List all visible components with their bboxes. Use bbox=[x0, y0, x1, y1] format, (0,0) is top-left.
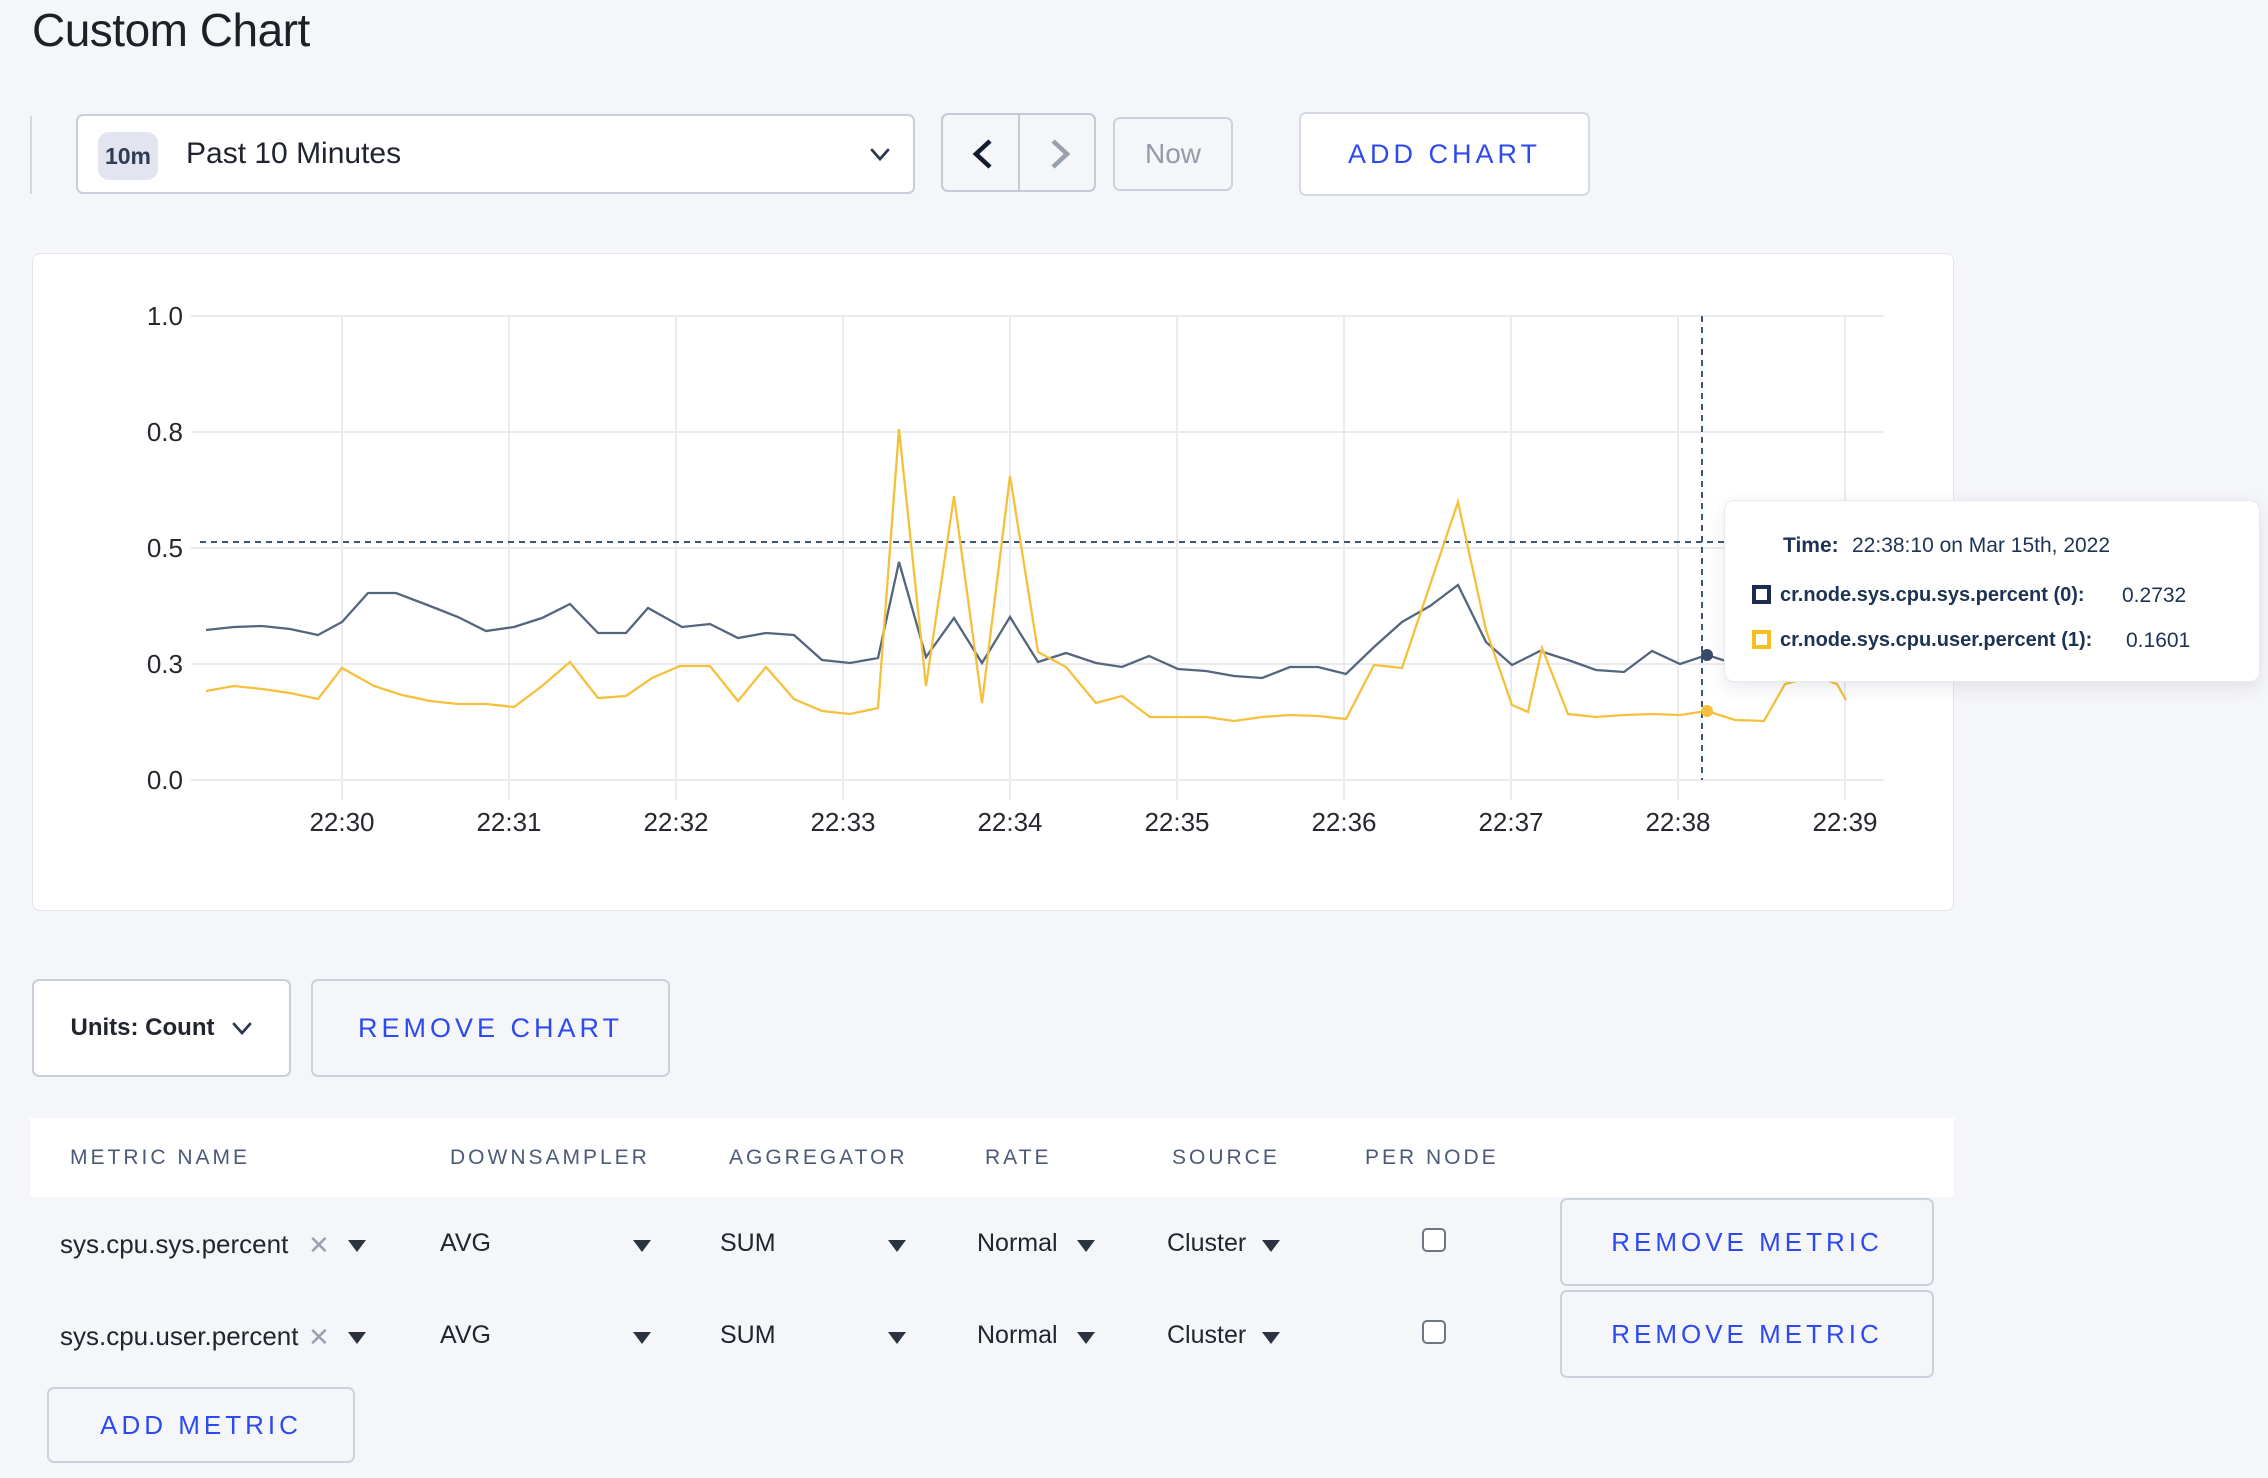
svg-text:22:39: 22:39 bbox=[1812, 807, 1877, 837]
svg-text:0.3: 0.3 bbox=[147, 649, 183, 679]
svg-text:22:34: 22:34 bbox=[977, 807, 1042, 837]
svg-text:22:35: 22:35 bbox=[1144, 807, 1209, 837]
svg-text:22:32: 22:32 bbox=[643, 807, 708, 837]
svg-text:22:36: 22:36 bbox=[1311, 807, 1376, 837]
svg-text:22:30: 22:30 bbox=[309, 807, 374, 837]
svg-text:22:37: 22:37 bbox=[1478, 807, 1543, 837]
svg-text:1.0: 1.0 bbox=[147, 301, 183, 331]
svg-text:0.8: 0.8 bbox=[147, 417, 183, 447]
svg-text:22:31: 22:31 bbox=[476, 807, 541, 837]
svg-text:0.0: 0.0 bbox=[147, 765, 183, 795]
svg-text:0.5: 0.5 bbox=[147, 533, 183, 563]
svg-text:22:38: 22:38 bbox=[1645, 807, 1710, 837]
svg-text:22:33: 22:33 bbox=[810, 807, 875, 837]
